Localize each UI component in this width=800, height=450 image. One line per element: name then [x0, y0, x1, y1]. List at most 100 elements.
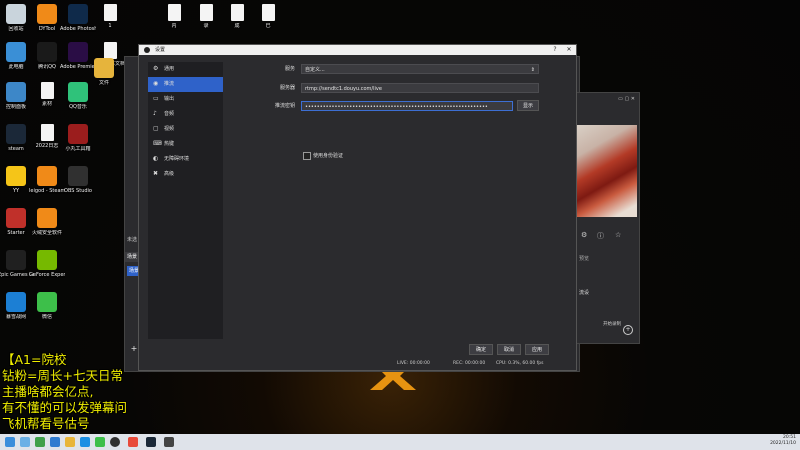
output-icon: ▭	[153, 95, 159, 102]
nav-item-advanced[interactable]: ✖ 高级	[148, 167, 223, 182]
desktop-icon[interactable]: 火绒安全软件	[29, 208, 65, 236]
cancel-button[interactable]: 取消	[497, 344, 521, 355]
qq-icon[interactable]	[80, 437, 90, 447]
dialog-titlebar[interactable]: 设置 ? ✕	[139, 45, 576, 55]
browser-icon[interactable]	[50, 437, 60, 447]
app-icon	[37, 292, 57, 312]
overlay-line: 有不懂的可以发弹幕问	[2, 400, 128, 415]
nav-label: 无障碍环境	[164, 156, 190, 162]
steam-icon[interactable]	[146, 437, 156, 447]
server-input[interactable]: rtmp://sendtc1.douyu.com/live	[301, 83, 539, 93]
desktop-file-label: 已	[265, 23, 271, 29]
close-icon[interactable]: ✕	[562, 45, 576, 55]
desktop-icon[interactable]: 1	[92, 4, 128, 29]
cpu-status: CPU: 0.3%, 60.00 fps	[496, 361, 544, 366]
app-icon	[40, 82, 54, 99]
info-icon[interactable]: ⓘ	[597, 231, 604, 241]
monitor-icon: ▢	[153, 125, 159, 132]
file-icon	[167, 4, 181, 21]
app-icon	[6, 250, 26, 270]
mixer-label: 流设	[579, 290, 590, 296]
window-controls[interactable]: ▭ ▢ ✕	[618, 96, 635, 102]
desktop-icon[interactable]: GeForce Experience	[29, 250, 65, 278]
settings-nav: ⚙ 通用 ◉ 推流 ▭ 输出 ♪ 音频 ▢ 视频 ⌨ 热键 ◐ 无障碍环境 ✖ 高级	[148, 62, 223, 339]
gear-icon[interactable]: ⚙	[581, 231, 587, 239]
app-icon	[68, 166, 88, 186]
app-icon	[37, 166, 57, 186]
auth-label: 使用身份验证	[313, 153, 344, 159]
updown-icon: ⇕	[530, 67, 535, 73]
app-icon	[68, 124, 88, 144]
nav-item-accessibility[interactable]: ◐ 无障碍环境	[148, 152, 223, 167]
nav-item-hotkeys[interactable]: ⌨ 热键	[148, 137, 223, 152]
app-icon[interactable]	[128, 437, 138, 447]
desktop-icon[interactable]: QQ音乐	[60, 82, 96, 110]
file-icon	[230, 4, 244, 21]
star-icon[interactable]: ☆	[615, 231, 621, 239]
app-icon	[68, 82, 88, 102]
service-select[interactable]: 自定义... ⇕	[301, 64, 539, 74]
overlay-line: 【A1=院校	[2, 352, 67, 367]
app-icon	[40, 124, 54, 141]
speaker-icon: ♪	[153, 110, 157, 117]
system-clock[interactable]: 20:51 2022/11/10	[770, 435, 796, 447]
desktop-icon-label: 微信	[41, 314, 52, 320]
ok-button[interactable]: 确定	[469, 344, 493, 355]
plus-icon[interactable]: +	[623, 325, 633, 335]
settings-dialog[interactable]: 设置 ? ✕ ⚙ 通用 ◉ 推流 ▭ 输出 ♪ 音频 ▢ 视频 ⌨ 热键 ◐ 无障碍环境 ✖ 高…	[138, 44, 577, 371]
nav-item-video[interactable]: ▢ 视频	[148, 122, 223, 137]
search-icon[interactable]	[20, 437, 30, 447]
accessibility-icon: ◐	[153, 155, 159, 162]
taskbar: 20:51 2022/11/10	[0, 434, 800, 450]
app-icon	[6, 208, 26, 228]
desktop-icon[interactable]: OBS Studio	[60, 166, 96, 194]
obs-icon[interactable]	[110, 437, 120, 447]
desktop-icon-label: Adobe Photosh...	[60, 26, 96, 32]
desktop-icon-label: GeForce Experience	[29, 272, 65, 278]
desktop-file[interactable]: 已	[250, 4, 286, 29]
nav-item-audio[interactable]: ♪ 音频	[148, 107, 223, 122]
apply-button[interactable]: 应用	[525, 344, 549, 355]
stream-settings-panel: 服务 自定义... ⇕ 服务器 rtmp://sendtc1.douyu.com…	[227, 62, 567, 339]
desktop-icon[interactable]: 微信	[29, 292, 65, 320]
desktop-file-label: 内	[171, 23, 177, 29]
preview-label: 预览	[579, 256, 590, 262]
start-icon[interactable]	[5, 437, 15, 447]
folder-icon[interactable]	[65, 437, 75, 447]
stream-key-label: 推流密钥	[274, 103, 295, 109]
rec-status: REC: 00:00:00	[453, 361, 486, 366]
app-icon	[103, 42, 117, 59]
app-icon	[6, 124, 26, 144]
app-icon[interactable]	[35, 437, 45, 447]
nav-label: 推流	[164, 81, 175, 87]
nav-item-general[interactable]: ⚙ 通用	[148, 62, 223, 77]
obs-logo-icon	[144, 47, 150, 53]
preview-image	[577, 125, 637, 217]
nav-label: 通用	[164, 66, 175, 72]
desktop-file[interactable]: 内	[156, 4, 192, 29]
obs-preview-window[interactable]: ▭ ▢ ✕ ⚙ ⓘ ☆ 预览 流设 开始录制 +	[572, 92, 640, 344]
desktop-icon[interactable]: 小丸工具箱	[60, 124, 96, 152]
nav-item-stream[interactable]: ◉ 推流	[148, 77, 223, 92]
app-icon	[103, 4, 117, 21]
stream-key-input[interactable]: ••••••••••••••••••••••••••••••••••••••••…	[301, 101, 513, 111]
app-icon	[6, 292, 26, 312]
app-icon	[6, 42, 26, 62]
dialog-title: 设置	[155, 47, 166, 53]
server-label: 服务器	[279, 85, 295, 91]
app-icon[interactable]	[164, 437, 174, 447]
help-icon[interactable]: ?	[548, 45, 562, 55]
wechat-icon[interactable]	[95, 437, 105, 447]
nav-label: 输出	[164, 96, 175, 102]
app-icon	[68, 4, 88, 24]
stream-overlay-text: 【A1=院校 钻粉=周长+七天日常 主播啥都会亿点, 有不懂的可以发弹幕问 飞机…	[2, 352, 127, 432]
show-key-button[interactable]: 显示	[517, 100, 539, 111]
app-icon	[6, 82, 26, 102]
app-icon	[68, 42, 88, 62]
auth-checkbox[interactable]	[303, 152, 311, 160]
nav-item-output[interactable]: ▭ 输出	[148, 92, 223, 107]
app-icon	[37, 208, 57, 228]
desktop-icon-label: QQ音乐	[69, 104, 87, 110]
app-icon	[6, 166, 26, 186]
desktop-icon[interactable]: Adobe Photosh...	[60, 4, 96, 32]
